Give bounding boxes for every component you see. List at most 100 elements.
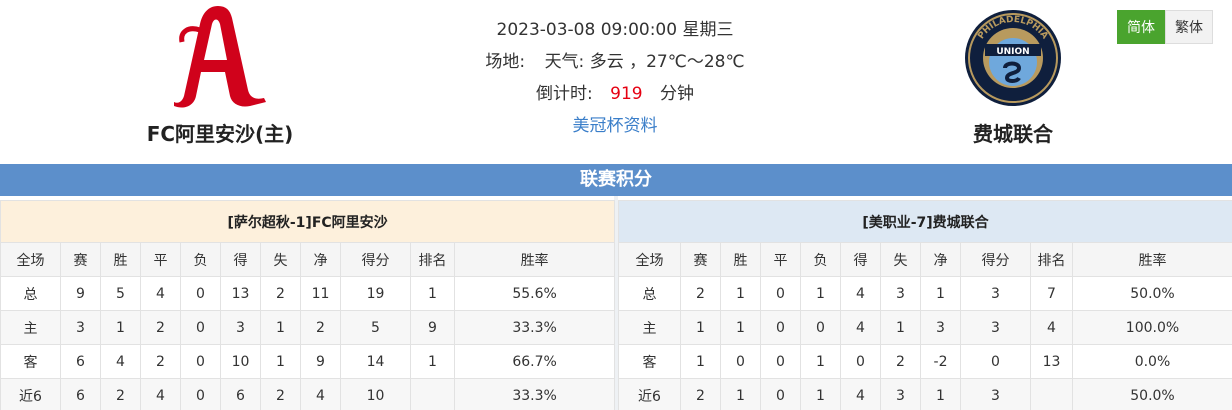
stat-cell: 0 [720,344,761,379]
stat-cell: 4 [1030,310,1073,345]
stat-cell: 1 [410,344,455,379]
stat-cell: 13 [1030,344,1073,379]
away-table-title[interactable]: [美职业-7]费城联合 [618,200,1232,243]
column-header: 胜 [100,242,141,277]
column-header: 全场 [618,242,681,277]
table-row: 近6 6 2 4 0 6 2 4 10 33.3% [0,378,616,410]
row-label: 主 [618,310,681,345]
venue-weather: 场地: 天气: 多云 ，27℃～28℃ [430,46,800,78]
stat-cell: 1 [920,378,961,410]
home-team-name[interactable]: FC阿里安沙(主) [100,118,340,147]
alianza-a-logo-icon[interactable] [170,0,270,110]
countdown: 倒计时: 919 分钟 [430,78,800,110]
stat-cell: 3 [60,310,101,345]
column-header: 负 [180,242,221,277]
home-table-title[interactable]: [萨尔超秋-1]FC阿里安沙 [0,200,616,243]
league-standings-title: 联赛积分 [0,164,1232,196]
row-label: 近6 [618,378,681,410]
stat-cell: 11 [300,276,341,311]
stat-cell: 0 [760,276,801,311]
stat-cell [1030,378,1073,410]
stat-cell: 2 [880,344,921,379]
home-team: FC阿里安沙(主) [100,0,340,146]
row-label: 主 [0,310,61,345]
stat-cell: 2 [260,378,301,410]
stat-cell: 0.0% [1072,344,1232,379]
stat-cell: 1 [260,310,301,345]
stat-cell: 9 [60,276,101,311]
stat-cell: 1 [260,344,301,379]
column-header: 平 [760,242,801,277]
stat-cell: 19 [340,276,411,311]
stat-cell: 3 [960,310,1031,345]
crest-mid-text: UNION [996,47,1029,57]
stat-cell: 4 [840,378,881,410]
away-team-name[interactable]: 费城联合 [893,118,1133,147]
stat-cell: 50.0% [1072,276,1232,311]
league-info-link[interactable]: 美冠杯资料 [573,116,658,136]
column-header: 得分 [960,242,1031,277]
table-row: 近6 2 1 0 1 4 3 1 3 50.0% [618,378,1232,410]
column-header: 得 [840,242,881,277]
column-header-row: 全场赛胜平负得失净得分 排名 胜率 [0,242,616,277]
column-header: 胜率 [1072,242,1232,277]
stat-cell: 2 [140,344,181,379]
stat-cell: 3 [960,276,1031,311]
stat-cell: 3 [880,276,921,311]
table-row: 总 9 5 4 0 13 2 11 19 1 55.6% [0,276,616,311]
table-row: 客 1 0 0 1 0 2 -2 0 13 0.0% [618,344,1232,379]
stat-cell: 1 [410,276,455,311]
column-header: 负 [800,242,841,277]
language-switch: 简体 繁体 [1117,10,1213,44]
stat-cell: 55.6% [453,276,616,311]
stat-cell: 2 [100,378,141,410]
stat-cell: 66.7% [453,344,616,379]
stat-cell: 1 [720,378,761,410]
stat-cell: 1 [720,310,761,345]
stat-cell: 1 [100,310,141,345]
stat-cell: -2 [920,344,961,379]
stat-cell: 3 [960,378,1031,410]
row-label: 总 [618,276,681,311]
column-header: 得 [220,242,261,277]
stat-cell: 0 [800,310,841,345]
venue-label: 场地: [485,52,526,72]
away-team: UNION PHILADELPHIA 费城联合 [893,0,1133,146]
stat-cell: 0 [760,344,801,379]
weather-value: 多云 ，27℃～28℃ [589,52,745,72]
stat-cell: 10 [340,378,411,410]
table-row: 主 3 1 2 0 3 1 2 5 9 33.3% [0,310,616,345]
stat-cell: 0 [180,276,221,311]
stat-cell: 1 [720,276,761,311]
match-info: 2023-03-08 09:00:00 星期三 场地: 天气: 多云 ，27℃～… [430,14,800,142]
stat-cell: 5 [100,276,141,311]
column-header: 胜 [720,242,761,277]
stat-cell: 0 [840,344,881,379]
stat-cell: 1 [920,276,961,311]
stat-cell: 4 [840,276,881,311]
stat-cell: 6 [60,378,101,410]
weather-label: 天气: [544,52,585,72]
column-header: 失 [260,242,301,277]
column-header: 胜率 [453,242,616,277]
philadelphia-union-crest-icon[interactable]: UNION PHILADELPHIA [963,8,1063,108]
table-row: 总 2 1 0 1 4 3 1 3 7 50.0% [618,276,1232,311]
stat-cell: 0 [180,378,221,410]
match-datetime: 2023-03-08 09:00:00 星期三 [496,20,734,40]
stat-cell: 4 [300,378,341,410]
stat-cell: 33.3% [453,378,616,410]
stat-cell: 6 [220,378,261,410]
stat-cell: 0 [760,310,801,345]
stat-cell: 1 [800,276,841,311]
traditional-chinese-button[interactable]: 繁体 [1165,10,1213,44]
stat-cell: 4 [100,344,141,379]
row-label: 总 [0,276,61,311]
stat-cell: 2 [300,310,341,345]
simplified-chinese-button[interactable]: 简体 [1117,10,1165,44]
table-row: 客 6 4 2 0 10 1 9 14 1 66.7% [0,344,616,379]
column-header: 平 [140,242,181,277]
stat-cell: 0 [180,344,221,379]
stat-cell: 2 [260,276,301,311]
stat-cell: 14 [340,344,411,379]
stat-cell: 9 [410,310,455,345]
